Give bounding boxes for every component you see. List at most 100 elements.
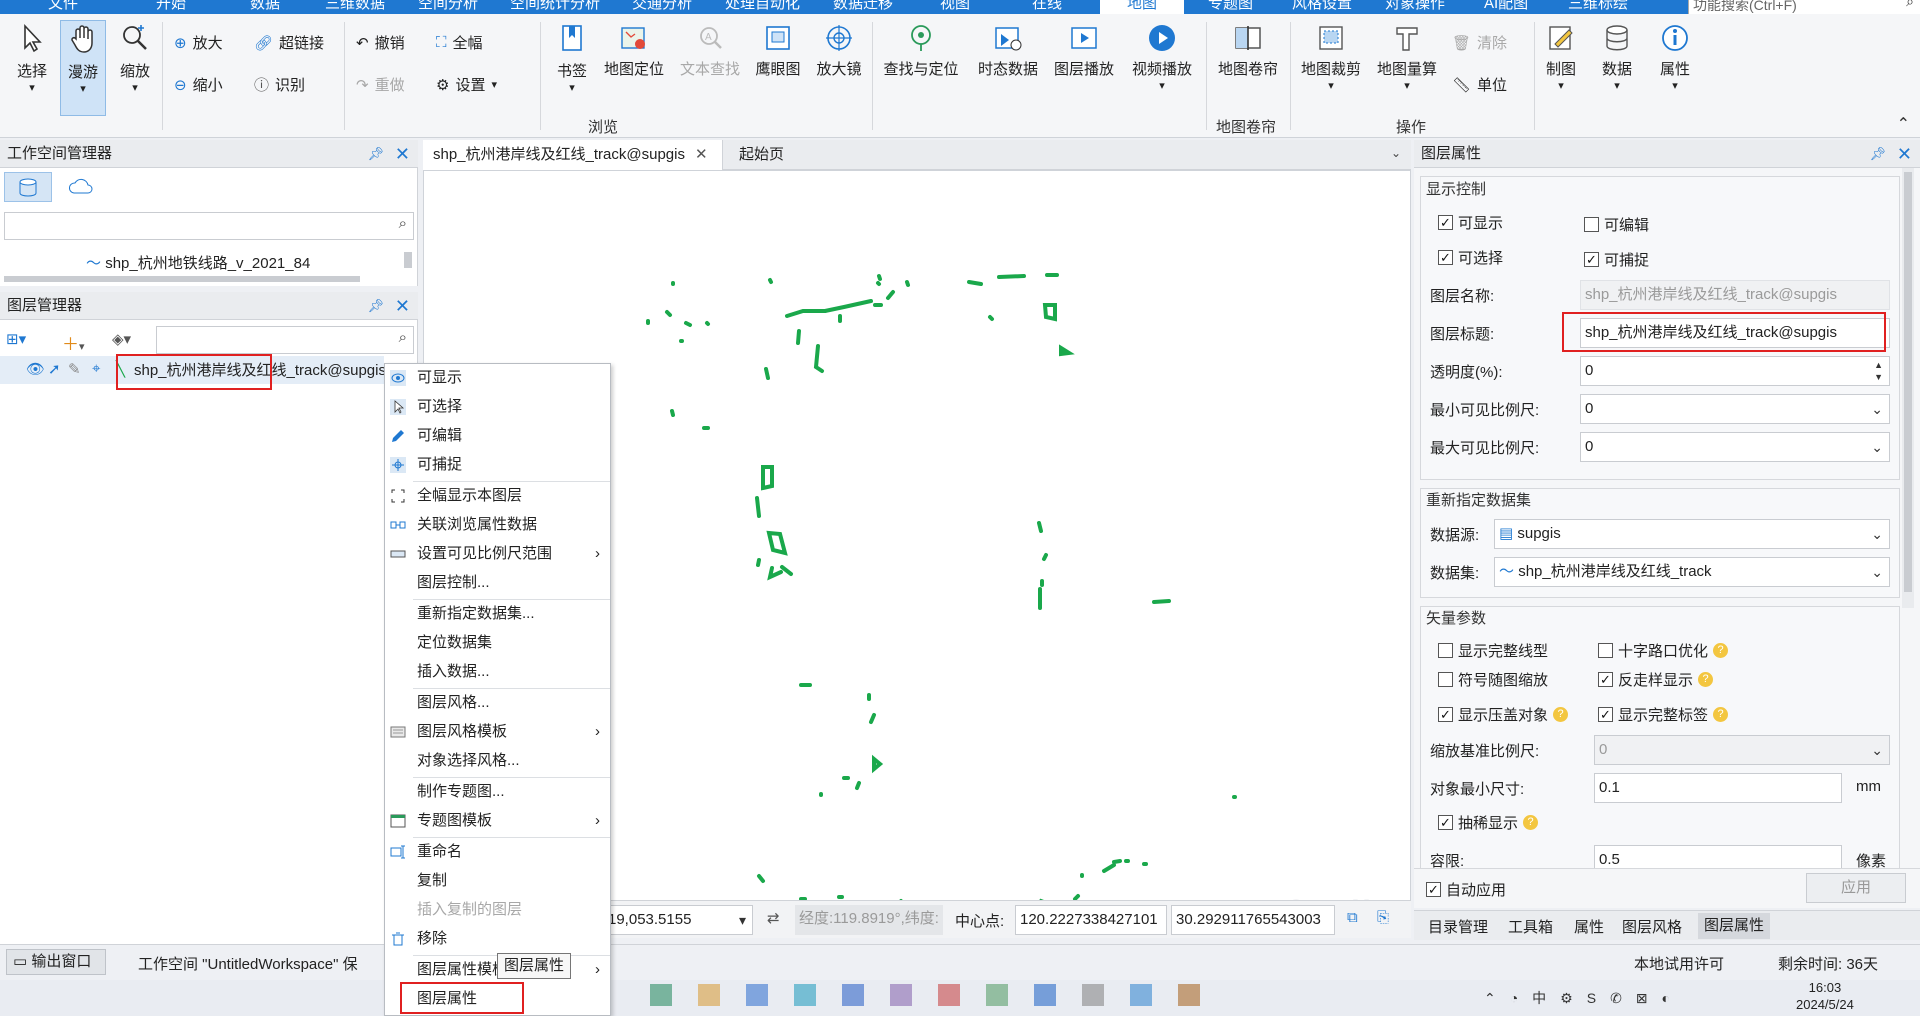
menu-item-copy[interactable]: 复制 xyxy=(385,867,610,895)
overview-button[interactable]: 鹰眼图 xyxy=(752,22,804,79)
menu-traffic[interactable]: 交通分析 xyxy=(632,0,692,14)
symbol-scale-checkbox[interactable]: 符号随图缩放 xyxy=(1438,669,1548,690)
tolerance-input[interactable]: 0.5 xyxy=(1594,845,1842,869)
crossroad-checkbox[interactable]: 十字路口优化? xyxy=(1598,640,1729,661)
video-play-button[interactable]: 视频播放 ▾ xyxy=(1124,22,1200,92)
tray-icons[interactable]: ⌃◔中⚙S✆⊠◐ xyxy=(1484,988,1684,1008)
magnifier-button[interactable]: 放大镜 xyxy=(812,22,866,79)
visible-eye-icon[interactable]: 👁︎ xyxy=(26,360,45,378)
menu-item-selection-style[interactable]: 对象选择风格... xyxy=(385,747,610,775)
visible-checkbox[interactable]: ✓ 可显示 xyxy=(1438,212,1503,233)
zoom-out-button[interactable]: ⊖ 缩小 xyxy=(174,74,223,95)
undo-button[interactable]: ↶ 撤销 xyxy=(356,32,405,53)
cartography-button[interactable]: 制图 ▾ xyxy=(1540,22,1582,92)
datasource-dropdown[interactable]: ▤ supgis ⌄ xyxy=(1494,519,1890,549)
min-size-input[interactable]: 0.1 xyxy=(1594,773,1842,803)
help-icon[interactable]: ? xyxy=(1523,815,1539,830)
snappable-checkbox[interactable]: ✓ 可捕捉 xyxy=(1584,249,1649,270)
selectable-checkbox[interactable]: ✓ 可选择 xyxy=(1438,247,1503,268)
antialias-checkbox[interactable]: ✓ 反走样显示? xyxy=(1598,669,1714,690)
close-icon[interactable]: ✕ xyxy=(395,292,410,320)
tab-layer-style[interactable]: 图层风格 xyxy=(1622,916,1682,937)
min-scale-dropdown[interactable]: 0 ⌄ xyxy=(1580,394,1890,424)
menu-item-thematic-template[interactable]: 专题图模板 › xyxy=(385,807,610,835)
menu-data[interactable]: 数据 xyxy=(250,0,280,14)
center-x-input[interactable]: 120.2227338427101 xyxy=(1015,905,1167,935)
menu-item-linked-browse[interactable]: 关联浏览属性数据 xyxy=(385,511,610,539)
workspace-scrollbar[interactable] xyxy=(4,276,360,282)
pan-button[interactable]: 漫游 ▾ xyxy=(60,20,106,116)
menu-item-rename[interactable]: 重命名 xyxy=(385,838,610,866)
editable-checkbox[interactable]: 可编辑 xyxy=(1584,214,1649,235)
close-icon[interactable]: ✕ xyxy=(695,146,708,163)
zoom-in-button[interactable]: ⊕ 放大 xyxy=(174,32,223,53)
app-icon[interactable] xyxy=(938,984,960,1006)
menu-thematic[interactable]: 专题图 xyxy=(1208,0,1253,14)
select-button[interactable]: 选择 ▾ xyxy=(12,22,52,94)
menu-item-snappable[interactable]: 可捕捉 xyxy=(385,451,610,479)
layer-search-input[interactable]: ⌕ xyxy=(156,326,414,354)
menu-spatial-stats[interactable]: 空间统计分析 xyxy=(510,0,600,14)
bookmark-button[interactable]: 书签 ▾ xyxy=(548,22,596,94)
map-locate-button[interactable]: 地图定位 xyxy=(600,22,668,79)
app-icon[interactable] xyxy=(746,984,768,1006)
add-layer-group-button[interactable]: ⊞▾ xyxy=(6,330,26,348)
output-window-button[interactable]: ▭ 输出窗口 xyxy=(6,949,106,975)
menu-item-visible[interactable]: 可显示 xyxy=(385,364,610,392)
close-icon[interactable]: ✕ xyxy=(395,140,410,168)
menu-3d-data[interactable]: 三维数据 xyxy=(325,0,385,14)
layer-play-button[interactable]: 图层播放 xyxy=(1048,22,1120,79)
app-icon[interactable] xyxy=(1178,984,1200,1006)
menu-item-reassign-dataset[interactable]: 重新指定数据集... xyxy=(385,600,610,628)
layer-style-button[interactable]: ◈▾ xyxy=(112,330,131,348)
tab-map[interactable]: shp_杭州港岸线及红线_track@supgis ✕ xyxy=(423,140,723,170)
find-locate-button[interactable]: 查找与定位 xyxy=(876,22,966,79)
props-scrollbar[interactable] xyxy=(1902,168,1914,608)
identify-button[interactable]: ⓘ 识别 xyxy=(254,74,305,95)
paste-icon[interactable]: ⎘ xyxy=(1377,909,1389,926)
app-icon[interactable] xyxy=(986,984,1008,1006)
snap-icon[interactable]: ⌖ xyxy=(92,360,100,377)
menu-item-editable[interactable]: 可编辑 xyxy=(385,422,610,450)
full-label-checkbox[interactable]: ✓ 显示完整标签? xyxy=(1598,704,1729,725)
workspace-vscroll[interactable] xyxy=(404,252,412,268)
map-clip-button[interactable]: 地图裁剪 ▾ xyxy=(1296,22,1366,92)
menu-item-make-thematic[interactable]: 制作专题图... xyxy=(385,778,610,806)
selectable-icon[interactable]: ➚ xyxy=(48,360,61,378)
menu-start[interactable]: 开始 xyxy=(156,0,186,14)
tab-list-icon[interactable]: ⌄ xyxy=(1391,146,1401,160)
pin-icon[interactable]: 📌︎ xyxy=(1869,140,1886,168)
workspace-tree-item[interactable]: 〜 shp_杭州地铁线路_v_2021_84 xyxy=(86,252,310,273)
unit-button[interactable]: 📏︎ 单位 xyxy=(1452,74,1507,95)
menu-item-layer-control[interactable]: 图层控制... xyxy=(385,569,610,597)
center-y-input[interactable]: 30.292911765543003 xyxy=(1171,905,1335,935)
menu-spatial-analysis[interactable]: 空间分析 xyxy=(418,0,478,14)
app-icon[interactable] xyxy=(1130,984,1152,1006)
help-icon[interactable]: ? xyxy=(1553,707,1569,722)
menu-style[interactable]: 风格设置 xyxy=(1292,0,1352,14)
menu-view[interactable]: 视图 xyxy=(940,0,970,14)
scale-dropdown[interactable]: 19,053.5155 ▾ xyxy=(603,905,753,935)
zoom-button[interactable]: 缩放 ▾ xyxy=(114,22,156,94)
help-icon[interactable]: ? xyxy=(1713,707,1729,722)
full-linetype-checkbox[interactable]: 显示完整线型 xyxy=(1438,640,1548,661)
app-icon[interactable] xyxy=(698,984,720,1006)
editable-icon[interactable]: ✎ xyxy=(68,360,81,378)
menu-item-layer-style[interactable]: 图层风格... xyxy=(385,689,610,717)
tab-layer-properties[interactable]: 图层属性 xyxy=(1698,913,1771,939)
menu-migration[interactable]: 数据迁移 xyxy=(833,0,893,14)
settings-button[interactable]: ⚙ 设置 ▾ xyxy=(436,74,497,95)
auto-apply-checkbox[interactable]: ✓ 自动应用 xyxy=(1426,879,1506,900)
tab-catalog[interactable]: 目录管理 xyxy=(1428,916,1488,937)
menu-item-insert-copied[interactable]: 插入复制的图层 xyxy=(385,896,610,924)
copy-icon[interactable]: ⧉ xyxy=(1347,909,1358,926)
menu-item-insert-data[interactable]: 插入数据... xyxy=(385,658,610,686)
workspace-tab-local[interactable] xyxy=(4,172,52,202)
menu-item-style-template[interactable]: 图层风格模板 › xyxy=(385,718,610,746)
workspace-tab-cloud[interactable] xyxy=(62,172,102,202)
app-icon[interactable] xyxy=(890,984,912,1006)
data-button[interactable]: 数据 ▾ xyxy=(1596,22,1638,92)
help-icon[interactable]: ? xyxy=(1713,643,1729,658)
map-measure-button[interactable]: 地图量算 ▾ xyxy=(1372,22,1442,92)
app-icon[interactable] xyxy=(1034,984,1056,1006)
